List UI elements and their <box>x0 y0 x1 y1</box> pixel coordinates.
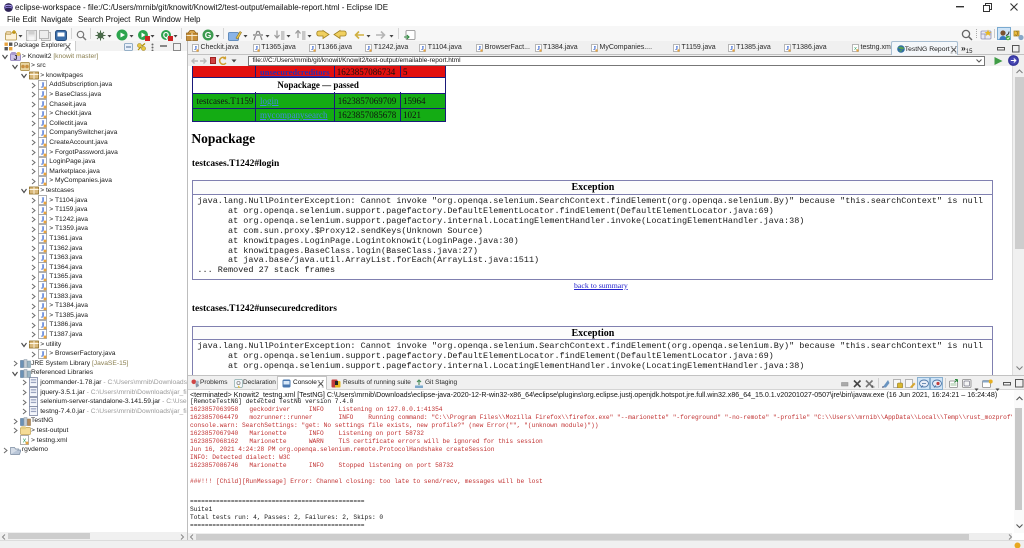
svg-text:G: G <box>205 30 212 40</box>
svg-text:J: J <box>1015 32 1018 38</box>
